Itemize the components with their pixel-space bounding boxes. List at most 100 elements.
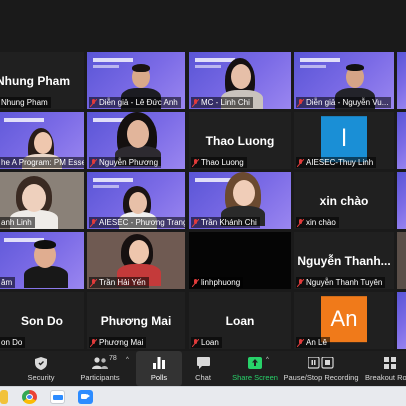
chat-button[interactable]: Chat — [188, 351, 218, 386]
video-tile-son-do[interactable]: Son Do on Do — [0, 292, 84, 349]
pause-stop-recording-button[interactable]: Pause/Stop Recording — [283, 351, 359, 386]
security-button[interactable]: Security — [22, 351, 60, 386]
zoom-gallery-window: Nhung Pham Nhung Pham Diễn giả - Lê Đức … — [0, 0, 406, 406]
video-tile-mc-linh-chi[interactable]: MC - Linh Chi — [189, 52, 291, 109]
video-tile-nguyen-vu[interactable]: Diễn giả - Nguyễn Vu... — [294, 52, 394, 109]
video-tile-am[interactable]: âm — [0, 232, 84, 289]
participant-display-name: Thao Luong — [205, 133, 275, 148]
muted-mic-icon — [192, 338, 199, 347]
video-tile-pm-essentials[interactable]: he A Program: PM Essen... — [0, 112, 84, 169]
file-explorer-icon[interactable] — [0, 390, 8, 404]
nameplate-label: Diễn giả - Nguyễn Vu... — [306, 98, 389, 107]
people-icon — [92, 356, 108, 370]
participant-nameplate: Nguyễn Phương — [89, 157, 162, 168]
share-screen-button[interactable]: Share Screen — [230, 351, 280, 386]
nameplate-label: Nguyễn Thanh Tuyên — [306, 278, 383, 287]
participant-nameplate: Loan — [191, 337, 222, 348]
chrome-icon[interactable] — [22, 390, 37, 404]
participant-nameplate: âm — [0, 277, 16, 288]
nameplate-label: Thao Luong — [201, 158, 244, 167]
pause-stop-recording-label: Pause/Stop Recording — [283, 373, 359, 382]
muted-mic-icon — [90, 338, 97, 347]
share-screen-label: Share Screen — [232, 373, 278, 382]
meeting-controls-toolbar: Security Participants 78 ^ Polls Chat Sh… — [0, 351, 406, 386]
participants-count: 78 — [109, 355, 117, 362]
muted-mic-icon — [297, 158, 304, 167]
nameplate-label: âm — [1, 278, 13, 287]
bar-chart-icon — [151, 356, 167, 370]
participant-nameplate: on Do — [0, 337, 26, 348]
video-tile-nguyen-phuong[interactable]: Nguyễn Phương — [87, 112, 185, 169]
nameplate-label: xin chào — [306, 218, 336, 227]
participant-nameplate: Diễn giả - Nguyễn Vu... — [296, 97, 392, 108]
video-tile-tran-khanh-chi[interactable]: Trần Khánh Chi — [189, 172, 291, 229]
nameplate-label: An Lê — [306, 338, 327, 347]
muted-mic-icon — [90, 218, 97, 227]
video-tile-nguyen-thanh-tuyen[interactable]: Nguyễn Thanh... Nguyễn Thanh Tuyên — [294, 232, 394, 289]
video-tile-phuong-mai[interactable]: Phương Mai Phương Mai — [87, 292, 185, 349]
video-tile-nhung-pham[interactable]: Nhung Pham Nhung Pham — [0, 52, 84, 109]
chat-label: Chat — [195, 373, 211, 382]
breakout-rooms-button[interactable]: Breakout Roo — [364, 351, 406, 386]
share-screen-caret-icon[interactable]: ^ — [266, 357, 269, 363]
share-arrow-icon — [247, 356, 263, 370]
video-tile-edge-right-3[interactable] — [397, 172, 406, 229]
nameplate-label: Diễn giả - Lê Đức Anh — [99, 98, 178, 107]
participant-nameplate: Nhung Pham — [0, 97, 51, 108]
participant-nameplate: AIESEC-Thuy Linh — [296, 157, 377, 168]
video-tile-edge-right-5[interactable] — [397, 292, 406, 349]
participant-nameplate: Phương Mai — [89, 337, 147, 348]
video-tile-linhphuong[interactable]: linhphuong — [189, 232, 291, 289]
video-tile-tran-hai-yen[interactable]: Trần Hải Yến — [87, 232, 185, 289]
participant-display-name: xin chào — [319, 193, 369, 208]
participant-nameplate: MC - Linh Chi — [191, 97, 253, 108]
muted-mic-icon — [90, 158, 97, 167]
zoom-app-icon[interactable] — [50, 390, 65, 404]
nameplate-label: Nguyễn Phương — [99, 158, 159, 167]
security-label: Security — [27, 373, 55, 382]
grid-icon — [382, 356, 398, 370]
participants-label: Participants — [80, 373, 120, 382]
zoom-meeting-icon[interactable] — [78, 390, 93, 404]
os-taskbar — [0, 386, 406, 406]
nameplate-label: anh Linh — [1, 218, 32, 227]
nameplate-label: linhphuong — [201, 278, 241, 287]
video-tile-thao-luong[interactable]: Thao Luong Thao Luong — [189, 112, 291, 169]
video-tile-aiesec-thuy-linh[interactable]: l AIESEC-Thuy Linh — [294, 112, 394, 169]
participant-display-name: Nguyễn Thanh... — [297, 253, 391, 268]
video-tile-loan[interactable]: Loan Loan — [189, 292, 291, 349]
muted-mic-icon — [192, 278, 199, 287]
muted-mic-icon — [192, 218, 199, 227]
video-tile-anh-linh[interactable]: anh Linh — [0, 172, 84, 229]
video-tile-le-duc-anh[interactable]: Diễn giả - Lê Đức Anh — [87, 52, 185, 109]
participant-nameplate: Trần Hải Yến — [89, 277, 149, 288]
participant-nameplate: linhphuong — [191, 277, 244, 288]
polls-button[interactable]: Polls — [136, 351, 182, 386]
participant-nameplate: Diễn giả - Lê Đức Anh — [89, 97, 181, 108]
nameplate-label: MC - Linh Chi — [201, 98, 250, 107]
participant-nameplate: anh Linh — [0, 217, 35, 228]
nameplate-label: Trần Khánh Chi — [201, 218, 257, 227]
video-tile-edge-right-1[interactable] — [397, 52, 406, 109]
muted-mic-icon — [297, 278, 304, 287]
nameplate-label: on Do — [1, 338, 23, 347]
muted-mic-icon — [192, 98, 199, 107]
video-tile-aiesec-phuong-trang[interactable]: AIESEC - Phương Trang — [87, 172, 185, 229]
nameplate-label: Phương Mai — [99, 338, 144, 347]
participant-display-name: Loan — [225, 313, 255, 328]
breakout-rooms-label: Breakout Roo — [365, 373, 406, 382]
video-tile-an-le[interactable]: An An Lê — [294, 292, 394, 349]
video-tile-edge-right-2[interactable] — [397, 112, 406, 169]
polls-label: Polls — [150, 373, 168, 382]
participants-caret-icon[interactable]: ^ — [126, 357, 129, 363]
shield-icon — [33, 356, 49, 370]
muted-mic-icon — [90, 98, 97, 107]
video-tile-edge-right-4[interactable] — [397, 232, 406, 289]
nameplate-label: Trần Hải Yến — [99, 278, 146, 287]
nameplate-label: Nhung Pham — [1, 98, 48, 107]
participant-nameplate: Trần Khánh Chi — [191, 217, 260, 228]
muted-mic-icon — [297, 98, 304, 107]
participant-nameplate: An Lê — [296, 337, 330, 348]
participant-nameplate: Nguyễn Thanh Tuyên — [296, 277, 386, 288]
video-tile-xin-chao[interactable]: xin chào xin chào — [294, 172, 394, 229]
